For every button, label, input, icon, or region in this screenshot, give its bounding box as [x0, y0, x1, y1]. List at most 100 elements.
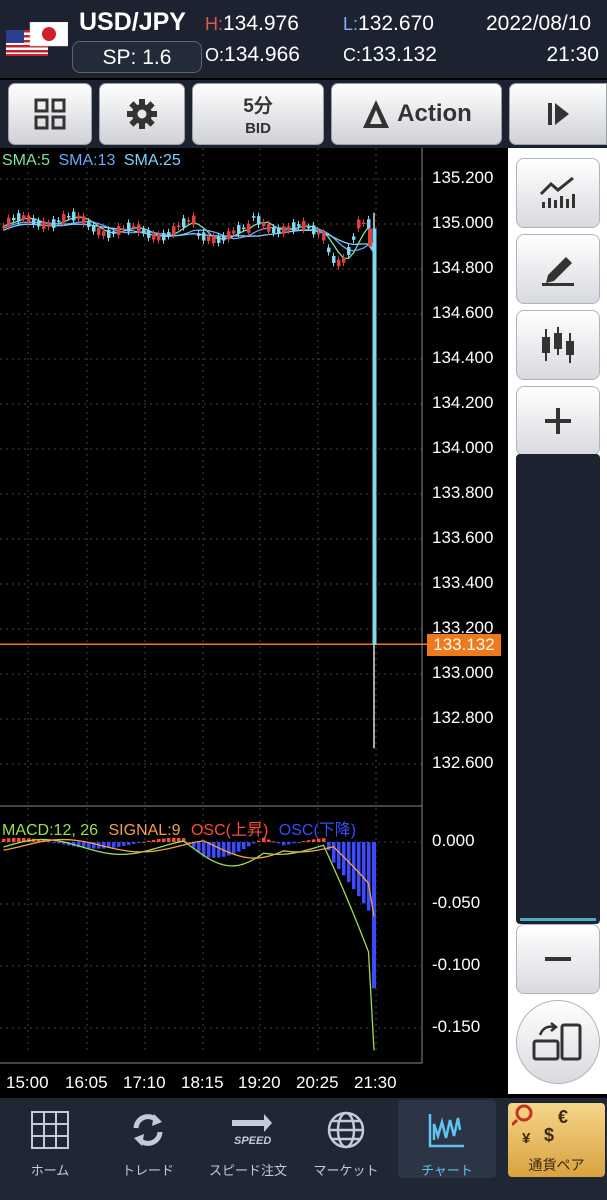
time-tick-label: 17:10: [123, 1073, 166, 1092]
timeframe-label: 5分: [243, 96, 273, 117]
price-tick-label: 134.000: [432, 438, 494, 457]
rotate-screen-button[interactable]: [516, 1000, 600, 1084]
indicator-button[interactable]: [516, 158, 600, 228]
candle-body: [127, 222, 131, 232]
open-price: O:134.966: [205, 43, 300, 66]
candle-body: [97, 228, 101, 236]
refresh-arrows-icon: [133, 1114, 163, 1146]
zoom-in-button[interactable]: [516, 386, 600, 456]
candle-body: [232, 230, 236, 234]
candle-body: [242, 227, 246, 230]
candle-body: [277, 227, 281, 234]
nav-chart-active[interactable]: チャート: [398, 1100, 496, 1178]
line-chart-icon: [539, 176, 575, 208]
candle-body: [267, 224, 271, 232]
chart-type-button[interactable]: [516, 310, 600, 380]
price-tick-label: 133.600: [432, 528, 494, 547]
candle-body: [297, 224, 301, 227]
macd-osc-bar: [132, 842, 136, 844]
candle-body: [7, 217, 11, 227]
macd-osc-bar: [47, 841, 51, 843]
nav-speed-order[interactable]: SPEED スピード注文: [200, 1100, 296, 1180]
macd-osc-bar: [287, 842, 291, 845]
macd-osc-bar: [127, 842, 131, 845]
chart-grid: [0, 148, 428, 1064]
price-tick-label: 133.800: [432, 483, 494, 502]
candle-body: [82, 216, 86, 225]
nav-speed-order-label: スピード注文: [208, 1163, 287, 1178]
candle-body: [287, 226, 291, 231]
candle-body: [22, 215, 26, 220]
candle-body: [172, 226, 176, 235]
price-tick-label: 134.800: [432, 258, 494, 277]
macd-osc-bar: [152, 839, 156, 842]
zoom-out-button[interactable]: [516, 924, 600, 994]
time-tick-label: 19:20: [238, 1073, 281, 1092]
candle-body: [17, 213, 21, 222]
time-tick-label: 15:00: [6, 1073, 49, 1092]
candle-body: [197, 233, 201, 237]
time-tick-label: 21:30: [354, 1073, 397, 1092]
nav-market[interactable]: マーケット: [298, 1100, 394, 1180]
sma-legend: SMA:5 SMA:13 SMA:25: [2, 152, 181, 170]
price-tick-label: 134.400: [432, 348, 494, 367]
macd-osc-bar: [257, 840, 261, 842]
candle-body: [202, 232, 206, 241]
high-price: H:134.976: [205, 12, 299, 35]
svg-text:€: €: [558, 1107, 568, 1127]
candle-body: [357, 219, 361, 229]
timeframe-button[interactable]: 5分 BID: [192, 83, 324, 145]
macd-osc-bar: [217, 842, 221, 858]
candle-body: [257, 216, 261, 225]
candle-body: [182, 218, 186, 228]
candle-body: [282, 226, 286, 234]
candle-body: [37, 220, 41, 227]
candle-body: [162, 232, 166, 241]
candle-body: [347, 247, 351, 255]
candle-body: [207, 235, 211, 241]
action-button[interactable]: Action: [331, 83, 502, 145]
nav-currency-pair[interactable]: € ¥ $ 通貨ペア: [508, 1103, 605, 1177]
macd-osc-bar: [117, 842, 121, 847]
candle-body: [312, 225, 316, 235]
zoom-slider-thumb[interactable]: [520, 918, 596, 921]
header-bar: USD/JPY SP: 1.6 H:134.976 O:134.966 L:13…: [0, 0, 607, 78]
candlestick-icon: [542, 327, 574, 363]
nav-home[interactable]: ホーム: [2, 1100, 98, 1180]
zoom-slider-track[interactable]: [516, 454, 600, 924]
macd-osc-bar: [307, 840, 311, 842]
currency-pair-icon: € ¥ $: [512, 1104, 568, 1147]
macd-osc-bar: [297, 842, 301, 843]
candle-body: [47, 223, 51, 227]
price-type-label: BID: [245, 120, 271, 137]
candle-body: [112, 231, 116, 234]
candle-body: [12, 217, 16, 221]
layout-grid-button[interactable]: [8, 83, 92, 145]
macd-osc-bar: [292, 842, 296, 844]
nav-trade[interactable]: トレード: [100, 1100, 196, 1180]
speed-icon: SPEED: [232, 1114, 272, 1147]
candle-body: [167, 232, 171, 237]
candle-body: [102, 231, 106, 236]
candle-body: [317, 231, 321, 235]
macd-osc-bar: [142, 841, 146, 843]
macd-osc-bar: [122, 842, 126, 846]
play-icon: [548, 103, 569, 125]
grid-icon: [31, 1111, 69, 1149]
minus-icon: [545, 957, 571, 961]
macd-osc-bar: [327, 842, 331, 851]
draw-tool-button[interactable]: [516, 234, 600, 304]
currency-pair-title[interactable]: USD/JPY: [79, 8, 186, 37]
action-triangle-icon: [363, 100, 390, 128]
candle-body: [237, 224, 241, 234]
gear-icon: [127, 99, 157, 129]
candle-body: [368, 228, 372, 247]
time-tick-label: 20:25: [296, 1073, 339, 1092]
play-button[interactable]: [509, 83, 607, 145]
macd-osc-bar: [272, 841, 276, 843]
macd-osc-bar: [332, 842, 336, 863]
svg-text:SPEED: SPEED: [234, 1135, 271, 1147]
rotate-screen-icon: [532, 1022, 582, 1061]
macd-osc-bar: [237, 842, 241, 852]
settings-button[interactable]: [99, 83, 185, 145]
